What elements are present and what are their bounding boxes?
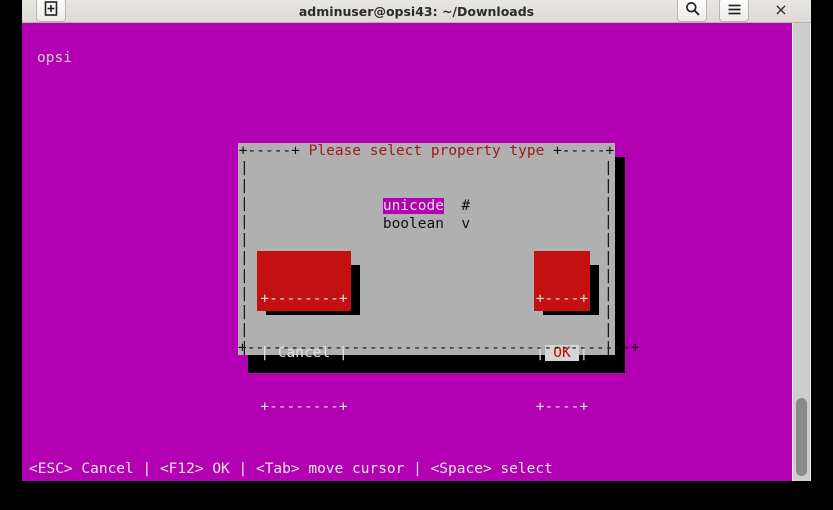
option-marker-boolean: v: [461, 216, 471, 232]
cancel-button-bottom-border: +--------+: [260, 399, 348, 415]
close-icon: ×: [774, 0, 788, 19]
terminal-content[interactable]: opsi +-----+ Please select property type…: [22, 23, 792, 481]
scrollbar[interactable]: [792, 23, 811, 481]
option-label-unicode[interactable]: unicode: [382, 198, 444, 214]
list-item[interactable]: boolean v: [238, 215, 615, 233]
dialog-border-left: +-----+: [238, 143, 300, 159]
close-button[interactable]: ×: [769, 0, 793, 22]
titlebar-left-gap: [0, 0, 22, 22]
dialog-title: Please select property type: [308, 143, 545, 159]
hamburger-menu-icon: [727, 1, 742, 20]
dialog-bottom-border: +---------------------------------------…: [238, 340, 640, 356]
list-item[interactable]: unicode #: [238, 197, 615, 215]
terminal-prompt-text: opsi: [37, 50, 72, 66]
menu-button[interactable]: [719, 0, 749, 22]
dialog-border-left-side: | | | | | | | | | | |: [240, 160, 249, 356]
ok-button-top-border: +----+: [535, 291, 589, 307]
terminal-statusbar: <ESC> Cancel | <F12> OK | <Tab> move cur…: [29, 461, 553, 477]
window-titlebar[interactable]: adminuser@opsi43: ~/Downloads ×: [22, 0, 811, 23]
search-button[interactable]: [677, 0, 707, 22]
dialog-title-row: +-----+ Please select property type +---…: [238, 142, 615, 160]
ok-button[interactable]: +----+ | OK | +----+: [534, 251, 590, 415]
terminal-window: adminuser@opsi43: ~/Downloads × opsi +--…: [0, 0, 833, 510]
ok-button-bottom-border: +----+: [535, 399, 589, 415]
new-tab-button[interactable]: [36, 0, 66, 22]
new-tab-icon: [44, 0, 58, 20]
dialog-border-right: +-----+: [553, 143, 615, 159]
cancel-button[interactable]: +--------+ | Cancel | +--------+: [257, 251, 351, 415]
search-icon: [685, 1, 700, 20]
scrollbar-thumb[interactable]: [796, 398, 807, 476]
option-marker-unicode: #: [461, 198, 471, 214]
property-type-dialog: +-----+ Please select property type +---…: [238, 142, 640, 415]
cancel-button-top-border: +--------+: [260, 291, 348, 307]
property-type-option-list[interactable]: unicode # boolean v: [238, 197, 615, 233]
option-label-boolean[interactable]: boolean: [383, 216, 444, 232]
